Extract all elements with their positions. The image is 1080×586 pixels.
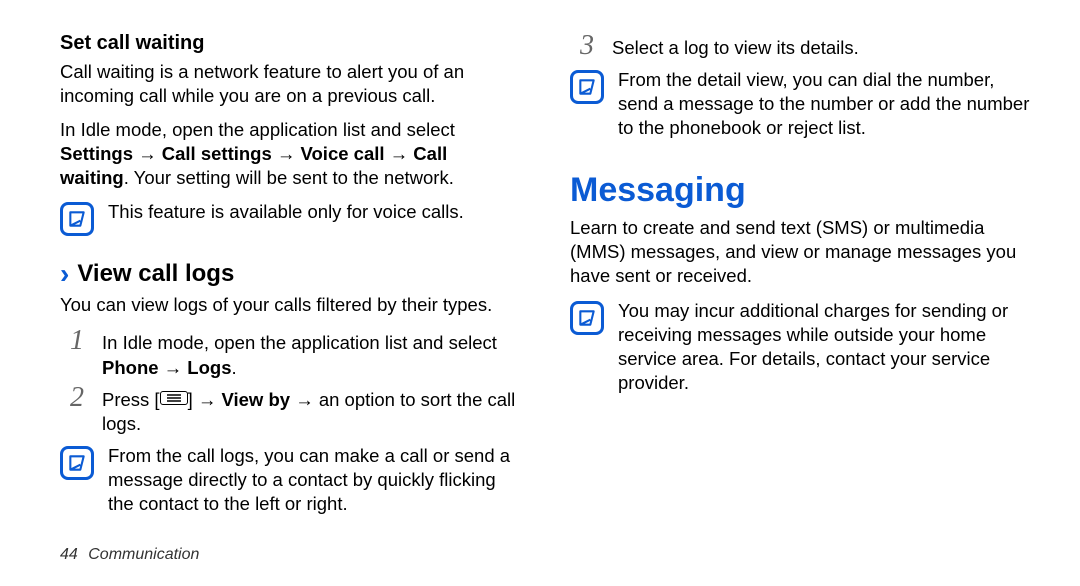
note-text: You may incur additional charges for sen… (618, 299, 1030, 395)
chevron-right-icon: › (60, 260, 69, 288)
note-row: This feature is available only for voice… (60, 200, 520, 236)
note-text: This feature is available only for voice… (108, 200, 520, 224)
heading-messaging: Messaging (570, 168, 1030, 212)
step-text: Select a log to view its details. (612, 32, 1030, 60)
note-text: From the call logs, you can make a call … (108, 444, 520, 516)
bold-path: Phone → Logs (102, 357, 232, 378)
text: ] → (188, 389, 222, 410)
menu-key-icon (160, 391, 188, 405)
text: Press [ (102, 389, 160, 410)
text: In Idle mode, open the application list … (60, 119, 455, 140)
page-footer: 44 Communication (60, 545, 199, 566)
step-1: 1 In Idle mode, open the application lis… (60, 327, 520, 379)
note-text: From the detail view, you can dial the n… (618, 68, 1030, 140)
paragraph: Call waiting is a network feature to ale… (60, 60, 520, 108)
step-2: 2 Press [] → View by → an option to sort… (60, 384, 520, 436)
note-icon (570, 70, 604, 104)
step-number: 1 (60, 327, 94, 355)
step-number: 2 (60, 384, 94, 412)
right-column: 3 Select a log to view its details. From… (570, 28, 1030, 522)
page-number: 44 (60, 546, 78, 563)
content-columns: Set call waiting Call waiting is a netwo… (60, 28, 1030, 522)
bold-text: View by (222, 389, 291, 410)
left-column: Set call waiting Call waiting is a netwo… (60, 28, 520, 522)
note-icon (60, 202, 94, 236)
step-text: Press [] → View by → an option to sort t… (102, 384, 520, 436)
heading-set-call-waiting: Set call waiting (60, 30, 520, 56)
paragraph: You can view logs of your calls filtered… (60, 293, 520, 317)
text: . (232, 357, 237, 378)
note-row: From the call logs, you can make a call … (60, 444, 520, 516)
note-row: From the detail view, you can dial the n… (570, 68, 1030, 140)
step-number: 3 (570, 32, 604, 60)
note-icon (60, 446, 94, 480)
heading-view-call-logs: › View call logs (60, 258, 520, 289)
section-name: Communication (88, 546, 199, 563)
step-3: 3 Select a log to view its details. (570, 32, 1030, 60)
note-icon (570, 301, 604, 335)
text: In Idle mode, open the application list … (102, 332, 497, 353)
paragraph: Learn to create and send text (SMS) or m… (570, 216, 1030, 288)
text: . Your setting will be sent to the netwo… (124, 167, 454, 188)
heading-label: View call logs (77, 258, 234, 289)
paragraph: In Idle mode, open the application list … (60, 118, 520, 190)
note-row: You may incur additional charges for sen… (570, 299, 1030, 395)
step-text: In Idle mode, open the application list … (102, 327, 520, 379)
